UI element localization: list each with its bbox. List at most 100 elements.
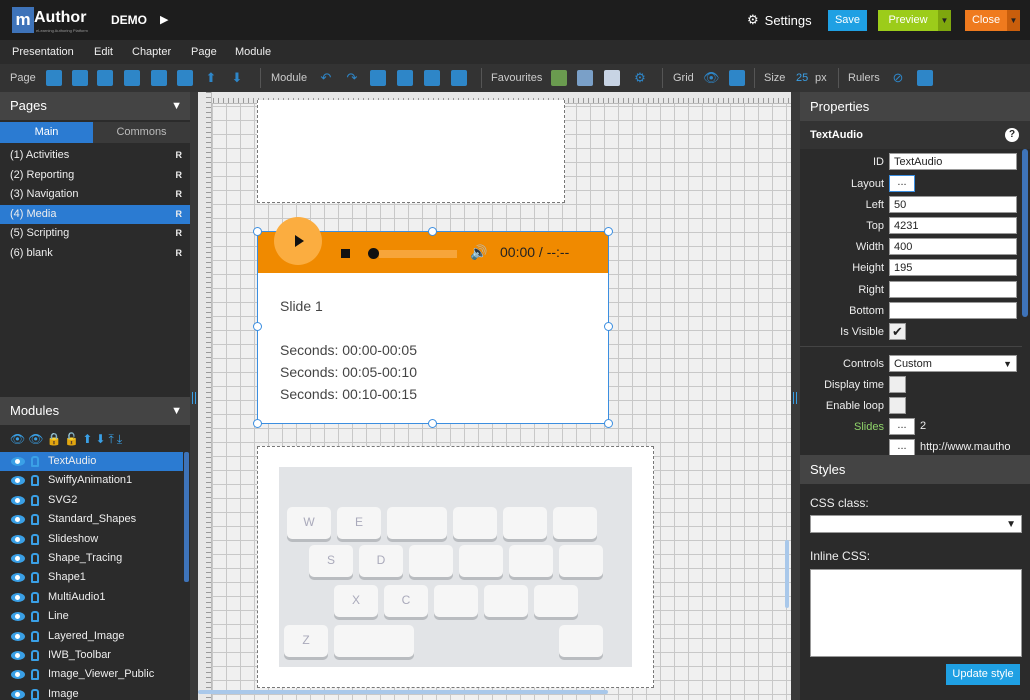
menu-module[interactable]: Module [235,46,271,58]
menu-chapter[interactable]: Chapter [132,46,171,58]
eye-icon[interactable] [11,631,25,641]
module-settings-icon[interactable] [451,70,467,86]
enable-loop-checkbox[interactable] [889,397,906,414]
grid-size-value[interactable]: 25 [796,72,808,84]
paste-page-icon[interactable] [151,70,167,86]
modules-scrollbar[interactable] [184,452,189,582]
eye-icon[interactable] [11,573,25,583]
unlock-icon[interactable] [31,572,39,584]
page-item[interactable]: (2) Reporting R [0,166,190,185]
unlock-icon[interactable] [31,611,39,623]
eye-icon[interactable] [11,612,25,622]
resize-handle-nw[interactable] [253,227,262,236]
module-item[interactable]: SwiffyAnimation1 [0,471,183,490]
favourites-gear-icon[interactable]: ⚙ [632,70,648,86]
unlock-icon[interactable] [31,650,39,661]
module-item[interactable]: Shape1 [0,568,183,587]
is-visible-checkbox[interactable]: ✔ [889,323,906,340]
save-button[interactable]: Save [828,10,867,31]
page-item[interactable]: (1) Activities R [0,146,190,165]
layout-button[interactable]: ... [889,175,915,192]
add-chapter-icon[interactable] [72,70,88,86]
eye-icon[interactable] [11,515,25,525]
book-icon[interactable] [97,70,113,86]
eye-icon[interactable] [11,651,25,660]
tab-commons[interactable]: Commons [93,122,190,143]
distribute-icon[interactable] [424,70,440,86]
project-play-icon[interactable]: ▶ [160,13,168,26]
text-module-icon[interactable] [604,70,620,86]
play-button[interactable] [274,217,322,265]
resize-handle-sw[interactable] [253,419,262,428]
css-class-select[interactable]: ▼ [810,515,1022,533]
pages-panel-header[interactable]: Pages ▼ [0,92,190,120]
page-item[interactable]: (5) Scripting R [0,224,190,243]
seek-track[interactable] [379,250,457,258]
right-field[interactable] [889,281,1017,298]
url-button[interactable]: ... [889,439,915,456]
splitter-grip-icon[interactable] [192,392,196,404]
image-module-icon[interactable] [551,70,567,86]
top-field[interactable]: 4231 [889,217,1017,234]
module-item[interactable]: SVG2 [0,491,183,510]
id-field[interactable]: TextAudio [889,153,1017,170]
close-button[interactable]: Close ▼ [965,10,1020,31]
module-item[interactable]: MultiAudio1 [0,588,183,607]
grid-visible-eye-icon[interactable]: 👁 [703,70,720,86]
image-module[interactable]: W E S D X C Z [257,446,654,688]
menu-edit[interactable]: Edit [94,46,113,58]
eye-icon[interactable] [11,495,25,505]
properties-scrollbar[interactable] [1022,149,1028,317]
canvas-horizontal-scrollbar[interactable] [198,690,608,694]
unlock-icon[interactable] [31,533,39,545]
preview-button[interactable]: Preview ▼ [878,10,951,31]
module-item[interactable]: Image_Viewer_Public [0,665,183,684]
canvas-vertical-scrollbar[interactable] [785,540,789,608]
move-up-icon[interactable]: ⬆ [82,432,95,446]
unlock-icon[interactable] [31,553,39,564]
resize-handle-e[interactable] [604,322,613,331]
copy-page-icon[interactable] [124,70,140,86]
resize-handle-se[interactable] [604,419,613,428]
unlock-icon[interactable] [31,630,39,642]
eye-icon[interactable] [11,554,25,563]
unlock-icon[interactable] [31,669,39,681]
hide-all-eye-icon[interactable]: 👁 [28,432,46,446]
modules-panel-header[interactable]: Modules ▼ [0,397,190,425]
slides-button[interactable]: ... [889,418,915,435]
redo-icon[interactable]: ↷ [344,70,360,86]
height-field[interactable]: 195 [889,259,1017,276]
unlock-all-icon[interactable]: 🔓 [64,432,82,446]
preview-label[interactable]: Preview [878,10,938,31]
align-icon[interactable] [370,70,386,86]
preview-dropdown-icon[interactable]: ▼ [938,10,951,31]
unlock-icon[interactable] [31,456,39,467]
update-style-button[interactable]: Update style [946,664,1020,685]
tab-main[interactable]: Main [0,122,93,143]
page-settings-icon[interactable] [177,70,193,86]
left-splitter[interactable] [190,92,198,700]
module-item[interactable]: Slideshow [0,530,183,549]
move-down-icon[interactable]: ⬇ [95,432,108,446]
page-item[interactable]: (3) Navigation R [0,185,190,204]
close-dropdown-icon[interactable]: ▼ [1007,10,1020,31]
left-field[interactable]: 50 [889,196,1017,213]
collapse-triangle-icon[interactable]: ▼ [171,397,182,425]
snap-to-grid-icon[interactable] [729,70,745,86]
volume-icon[interactable]: 🔊 [470,244,487,261]
snap-to-rulers-icon[interactable] [917,70,933,86]
move-top-icon[interactable]: ⤒ [109,432,117,446]
resize-handle-n[interactable] [428,227,437,236]
module-item[interactable]: IWB_Toolbar [0,646,183,665]
eye-icon[interactable] [11,534,25,544]
display-time-checkbox[interactable] [889,376,906,393]
page-item[interactable]: (6) blank R [0,244,190,263]
right-splitter[interactable] [791,92,800,700]
eye-icon[interactable] [11,592,25,602]
show-all-eye-icon[interactable]: 👁 [10,432,28,446]
unlock-icon[interactable] [31,494,39,506]
seek-handle[interactable] [368,248,379,259]
unlock-icon[interactable] [31,475,39,487]
move-up-icon[interactable]: ⬆ [203,70,219,86]
bottom-field[interactable] [889,302,1017,319]
